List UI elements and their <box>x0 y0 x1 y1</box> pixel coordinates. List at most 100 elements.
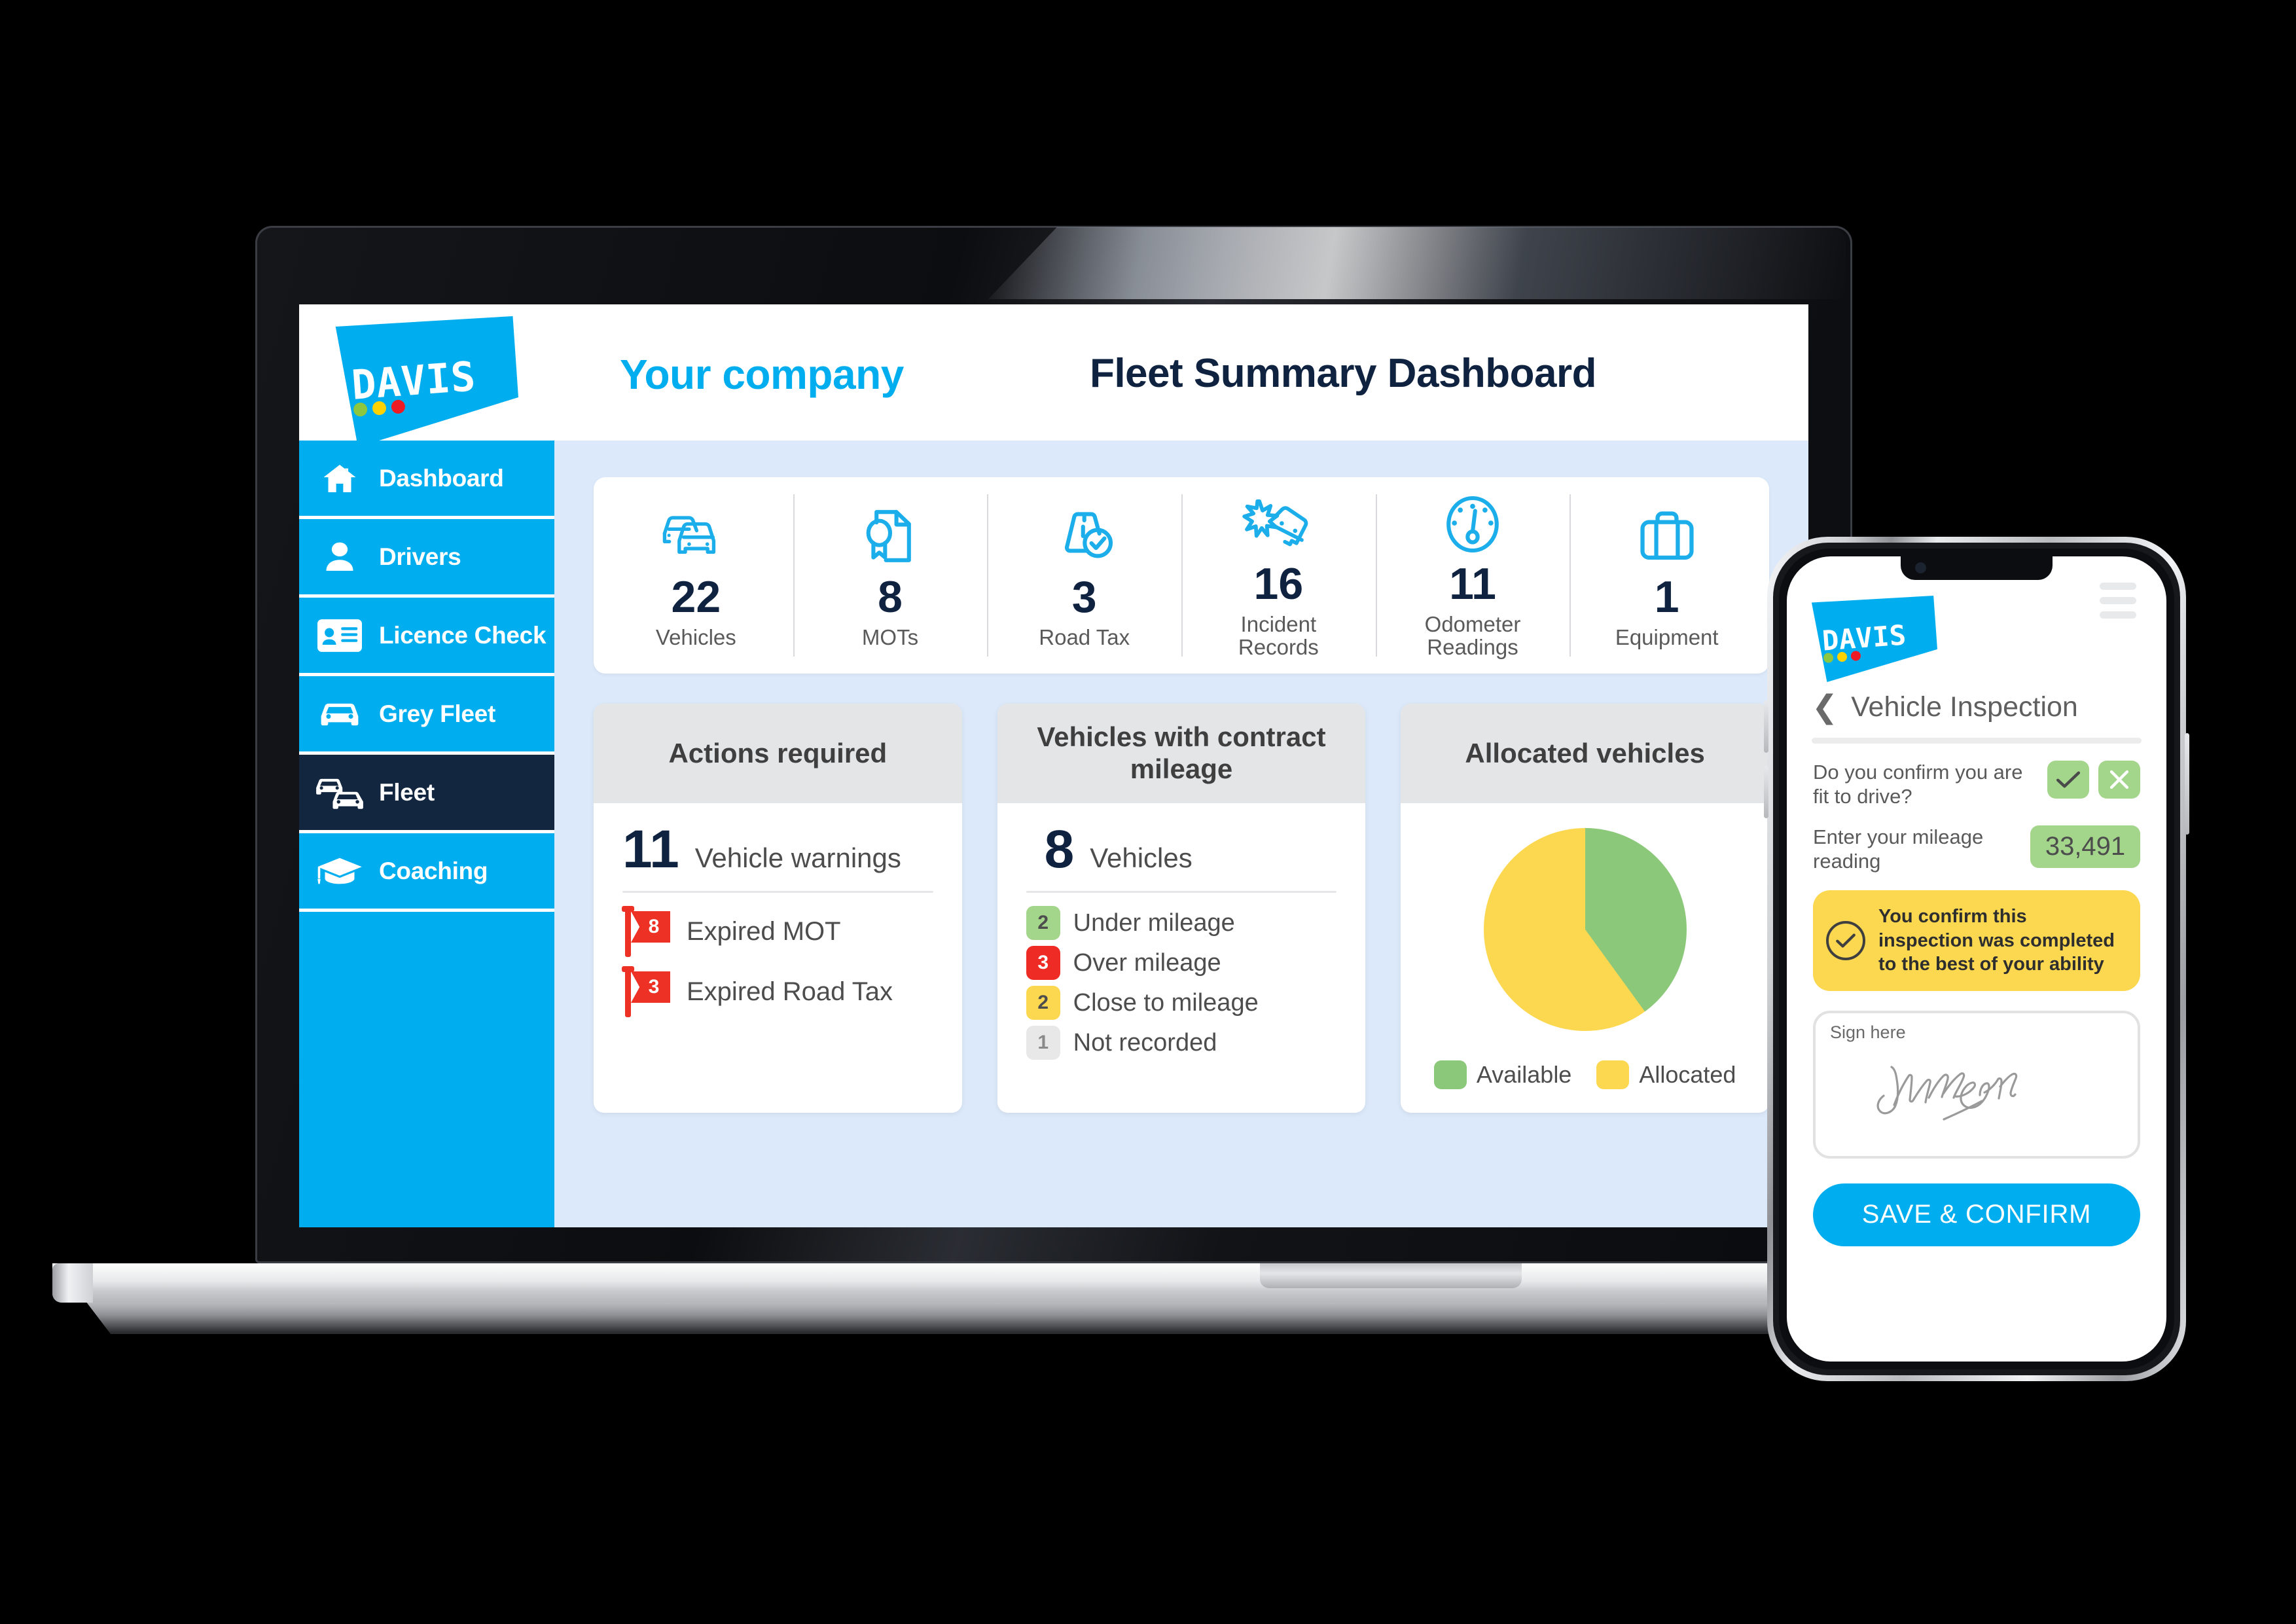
company-name: Your company <box>620 351 904 398</box>
stat-vehicles[interactable]: 22 Vehicles <box>599 488 793 663</box>
mileage-label: Enter your mileage reading <box>1813 825 1984 873</box>
card-body: 11 Vehicle warnings 8 Expired MOT 3 Expi… <box>594 803 962 1113</box>
dashboard-content: 22 Vehicles 8 MOTs 3 Road Tax 16 Inciden… <box>554 441 1808 1227</box>
signature-pad[interactable]: Sign here <box>1813 1010 2140 1159</box>
page-title: Fleet Summary Dashboard <box>1089 351 1597 396</box>
allocated-vehicles-card: Allocated vehicles Available Allocated <box>1401 704 1770 1113</box>
stat-value: 3 <box>1071 572 1097 623</box>
divider <box>1026 891 1337 893</box>
stat-road-tax[interactable]: 3 Road Tax <box>987 488 1181 663</box>
stat-value: 11 <box>1449 558 1496 609</box>
certificate-icon <box>859 501 922 571</box>
legend-swatch <box>1433 1060 1467 1089</box>
stat-label: MOTs <box>861 625 919 650</box>
divider <box>1812 738 2142 744</box>
stat-mots[interactable]: 8 MOTs <box>793 488 988 663</box>
under-mileage-row[interactable]: 2 Under mileage <box>1026 906 1337 940</box>
expired-road-tax-count: 3 <box>631 971 670 1003</box>
close-to-mileage-label: Close to mileage <box>1073 988 1259 1017</box>
legend-label: Available <box>1476 1061 1572 1088</box>
contract-mileage-card: Vehicles with contract mileage 8 Vehicle… <box>997 704 1366 1113</box>
card-title: Vehicles with contract mileage <box>997 704 1366 803</box>
laptop-base <box>52 1263 2055 1303</box>
stat-value: 22 <box>671 572 721 623</box>
mileage-input[interactable]: 33,491 <box>2030 825 2140 869</box>
sidebar-item-dashboard[interactable]: Dashboard <box>299 441 554 519</box>
davis-logo[interactable]: DAVIS <box>1809 596 1937 682</box>
stat-label: Equipment <box>1615 625 1719 650</box>
legend-label: Allocated <box>1639 1061 1736 1088</box>
cards-row: Actions required 11 Vehicle warnings 8 E… <box>594 704 1770 1113</box>
davis-logo-wordmark: DAVIS <box>350 352 478 409</box>
stats-strip: 22 Vehicles 8 MOTs 3 Road Tax 16 Inciden… <box>594 477 1769 674</box>
id-card-icon <box>315 619 365 653</box>
laptop-trackpad-notch <box>1260 1263 1522 1288</box>
user-icon <box>315 539 365 575</box>
stat-value: 8 <box>878 572 903 623</box>
sidebar-item-coaching[interactable]: Coaching <box>299 833 554 912</box>
mileage-vehicles-count: 8 <box>1044 820 1075 879</box>
fit-to-drive-row: Do you confirm you are fit to drive? <box>1809 761 2144 808</box>
road-check-icon <box>1053 501 1116 571</box>
card-title: Actions required <box>594 704 962 803</box>
over-mileage-row[interactable]: 3 Over mileage <box>1026 946 1337 980</box>
allocated-vehicles-pie-chart <box>1483 828 1687 1031</box>
laptop-base-bottom <box>86 1303 2021 1334</box>
mileage-vehicles-row: 8 Vehicles <box>1026 823 1337 876</box>
stat-value: 1 <box>1654 572 1679 623</box>
over-mileage-count: 3 <box>1026 946 1060 980</box>
legend-swatch <box>1596 1060 1630 1089</box>
laptop-base-left-edge <box>52 1263 93 1303</box>
vehicle-warnings-label: Vehicle warnings <box>694 842 901 873</box>
crash-icon <box>1241 492 1316 558</box>
two-cars-icon <box>659 501 732 571</box>
over-mileage-label: Over mileage <box>1073 948 1221 977</box>
sidebar-item-label: Licence Check <box>379 621 547 649</box>
screen-title: Vehicle Inspection <box>1851 691 2078 723</box>
not-recorded-row[interactable]: 1 Not recorded <box>1026 1026 1337 1060</box>
screenshot-canvas: DAVIS Your company Fleet Summary Dashboa… <box>0 0 2296 1624</box>
under-mileage-label: Under mileage <box>1073 909 1235 937</box>
confirmation-banner[interactable]: You confirm this inspection was complete… <box>1813 890 2140 991</box>
sidebar-item-fleet[interactable]: Fleet <box>299 755 554 833</box>
sidebar-item-label: Grey Fleet <box>379 700 495 727</box>
sidebar-item-drivers[interactable]: Drivers <box>299 519 554 598</box>
red-flag-icon: 8 <box>622 906 672 957</box>
stat-label: Vehicles <box>655 625 736 650</box>
hamburger-icon[interactable] <box>2100 583 2136 626</box>
mileage-row: Enter your mileage reading 33,491 <box>1809 825 2144 873</box>
vehicle-warnings-row: 11 Vehicle warnings <box>622 823 933 876</box>
divider <box>622 891 933 893</box>
not-recorded-count: 1 <box>1026 1026 1060 1060</box>
expired-road-tax-label: Expired Road Tax <box>687 977 893 1006</box>
confirm-yes-button[interactable] <box>2047 761 2089 799</box>
expired-road-tax-row[interactable]: 3 Expired Road Tax <box>622 966 933 1017</box>
fit-to-drive-question: Do you confirm you are fit to drive? <box>1813 761 2023 808</box>
close-to-mileage-count: 2 <box>1026 986 1060 1020</box>
expired-mot-row[interactable]: 8 Expired MOT <box>622 906 933 957</box>
laptop-screen: DAVIS Your company Fleet Summary Dashboa… <box>299 304 1808 1227</box>
close-to-mileage-row[interactable]: 2 Close to mileage <box>1026 986 1337 1020</box>
red-flag-icon: 3 <box>622 966 672 1017</box>
sidebar-item-licence-check[interactable]: Licence Check <box>299 598 554 676</box>
confirm-no-button[interactable] <box>2098 761 2140 799</box>
stat-incident-records[interactable]: 16 Incident Records <box>1181 488 1376 663</box>
gauge-icon <box>1441 492 1504 558</box>
davis-logo[interactable]: DAVIS <box>332 316 518 447</box>
stat-odometer-readings[interactable]: 11 Odometer Readings <box>1375 488 1570 663</box>
phone-volume-up-button[interactable] <box>1764 700 1768 753</box>
sidebar-item-grey-fleet[interactable]: Grey Fleet <box>299 676 554 755</box>
phone-camera-icon <box>1915 562 1926 573</box>
phone-screen: DAVIS ❮ Vehicle Inspection Do you confir… <box>1787 556 2166 1362</box>
phone-power-button[interactable] <box>2185 733 2189 835</box>
chevron-left-icon[interactable]: ❮ <box>1812 691 1838 723</box>
legend-item-allocated: Allocated <box>1596 1060 1736 1089</box>
davis-logo-wordmark: DAVIS <box>1821 619 1908 657</box>
stat-equipment[interactable]: 1 Equipment <box>1570 488 1764 663</box>
card-body: Available Allocated <box>1401 803 1769 1113</box>
under-mileage-count: 2 <box>1026 906 1060 940</box>
phone-volume-down-button[interactable] <box>1764 766 1768 818</box>
two-cars-icon <box>315 774 365 811</box>
dashboard-topbar: DAVIS Your company Fleet Summary Dashboa… <box>299 304 1808 447</box>
save-confirm-button[interactable]: SAVE & CONFIRM <box>1813 1183 2140 1246</box>
